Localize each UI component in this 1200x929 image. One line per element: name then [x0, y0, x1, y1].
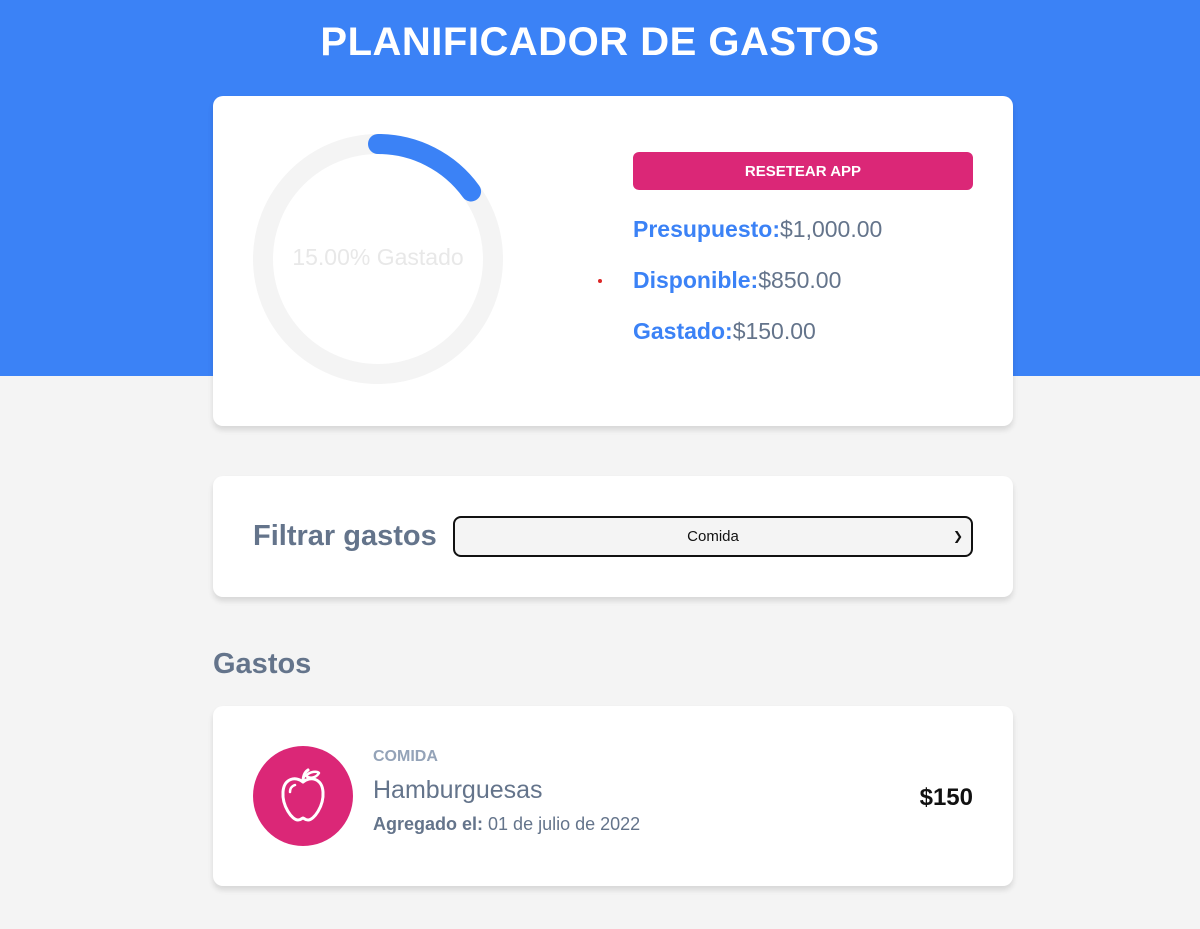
expense-item[interactable]: COMIDA Hamburguesas Agregado el: 01 de j… — [213, 706, 1013, 886]
chevron-down-icon: ❯ — [952, 529, 963, 543]
disponible-value: $850.00 — [758, 267, 842, 293]
expenses-section-title: Gastos — [213, 648, 312, 680]
presupuesto-label: Presupuesto: — [633, 216, 780, 242]
expense-name: Hamburguesas — [373, 776, 543, 804]
expense-date-value: 01 de julio de 2022 — [488, 814, 641, 834]
reset-app-button[interactable]: RESETEAR APP — [633, 152, 973, 190]
gastado-row: Gastado:$150.00 — [633, 306, 973, 357]
disponible-label: Disponible: — [633, 267, 759, 293]
budget-progress-ring: 15.00% Gastado — [253, 134, 503, 384]
apple-icon — [253, 746, 353, 846]
presupuesto-value: $1,000.00 — [779, 216, 883, 242]
gastado-label: Gastado: — [633, 318, 733, 344]
expense-date: Agregado el: 01 de julio de 2022 — [373, 814, 640, 835]
filter-label: Filtrar gastos — [253, 520, 437, 552]
filter-card: Filtrar gastos Comida ❯ — [213, 476, 1013, 597]
disponible-row: Disponible:$850.00 — [598, 255, 973, 306]
disponible-dot — [598, 279, 602, 283]
budget-card: 15.00% Gastado RESETEAR APP Presupuesto:… — [213, 96, 1013, 426]
expense-category: COMIDA — [373, 748, 438, 765]
gastado-value: $150.00 — [732, 318, 816, 344]
expense-amount: $150 — [919, 784, 973, 811]
filter-selected-value: Comida — [687, 528, 739, 545]
progress-text: 15.00% Gastado — [292, 244, 464, 270]
category-filter-select[interactable]: Comida ❯ — [453, 516, 973, 557]
expense-date-label: Agregado el: — [373, 814, 484, 834]
apple-icon-svg — [281, 768, 325, 822]
app-title: PLANIFICADOR DE GASTOS — [320, 20, 880, 64]
budget-info: RESETEAR APP Presupuesto:$1,000.00 Dispo… — [598, 152, 973, 357]
presupuesto-row: Presupuesto:$1,000.00 — [633, 204, 973, 255]
